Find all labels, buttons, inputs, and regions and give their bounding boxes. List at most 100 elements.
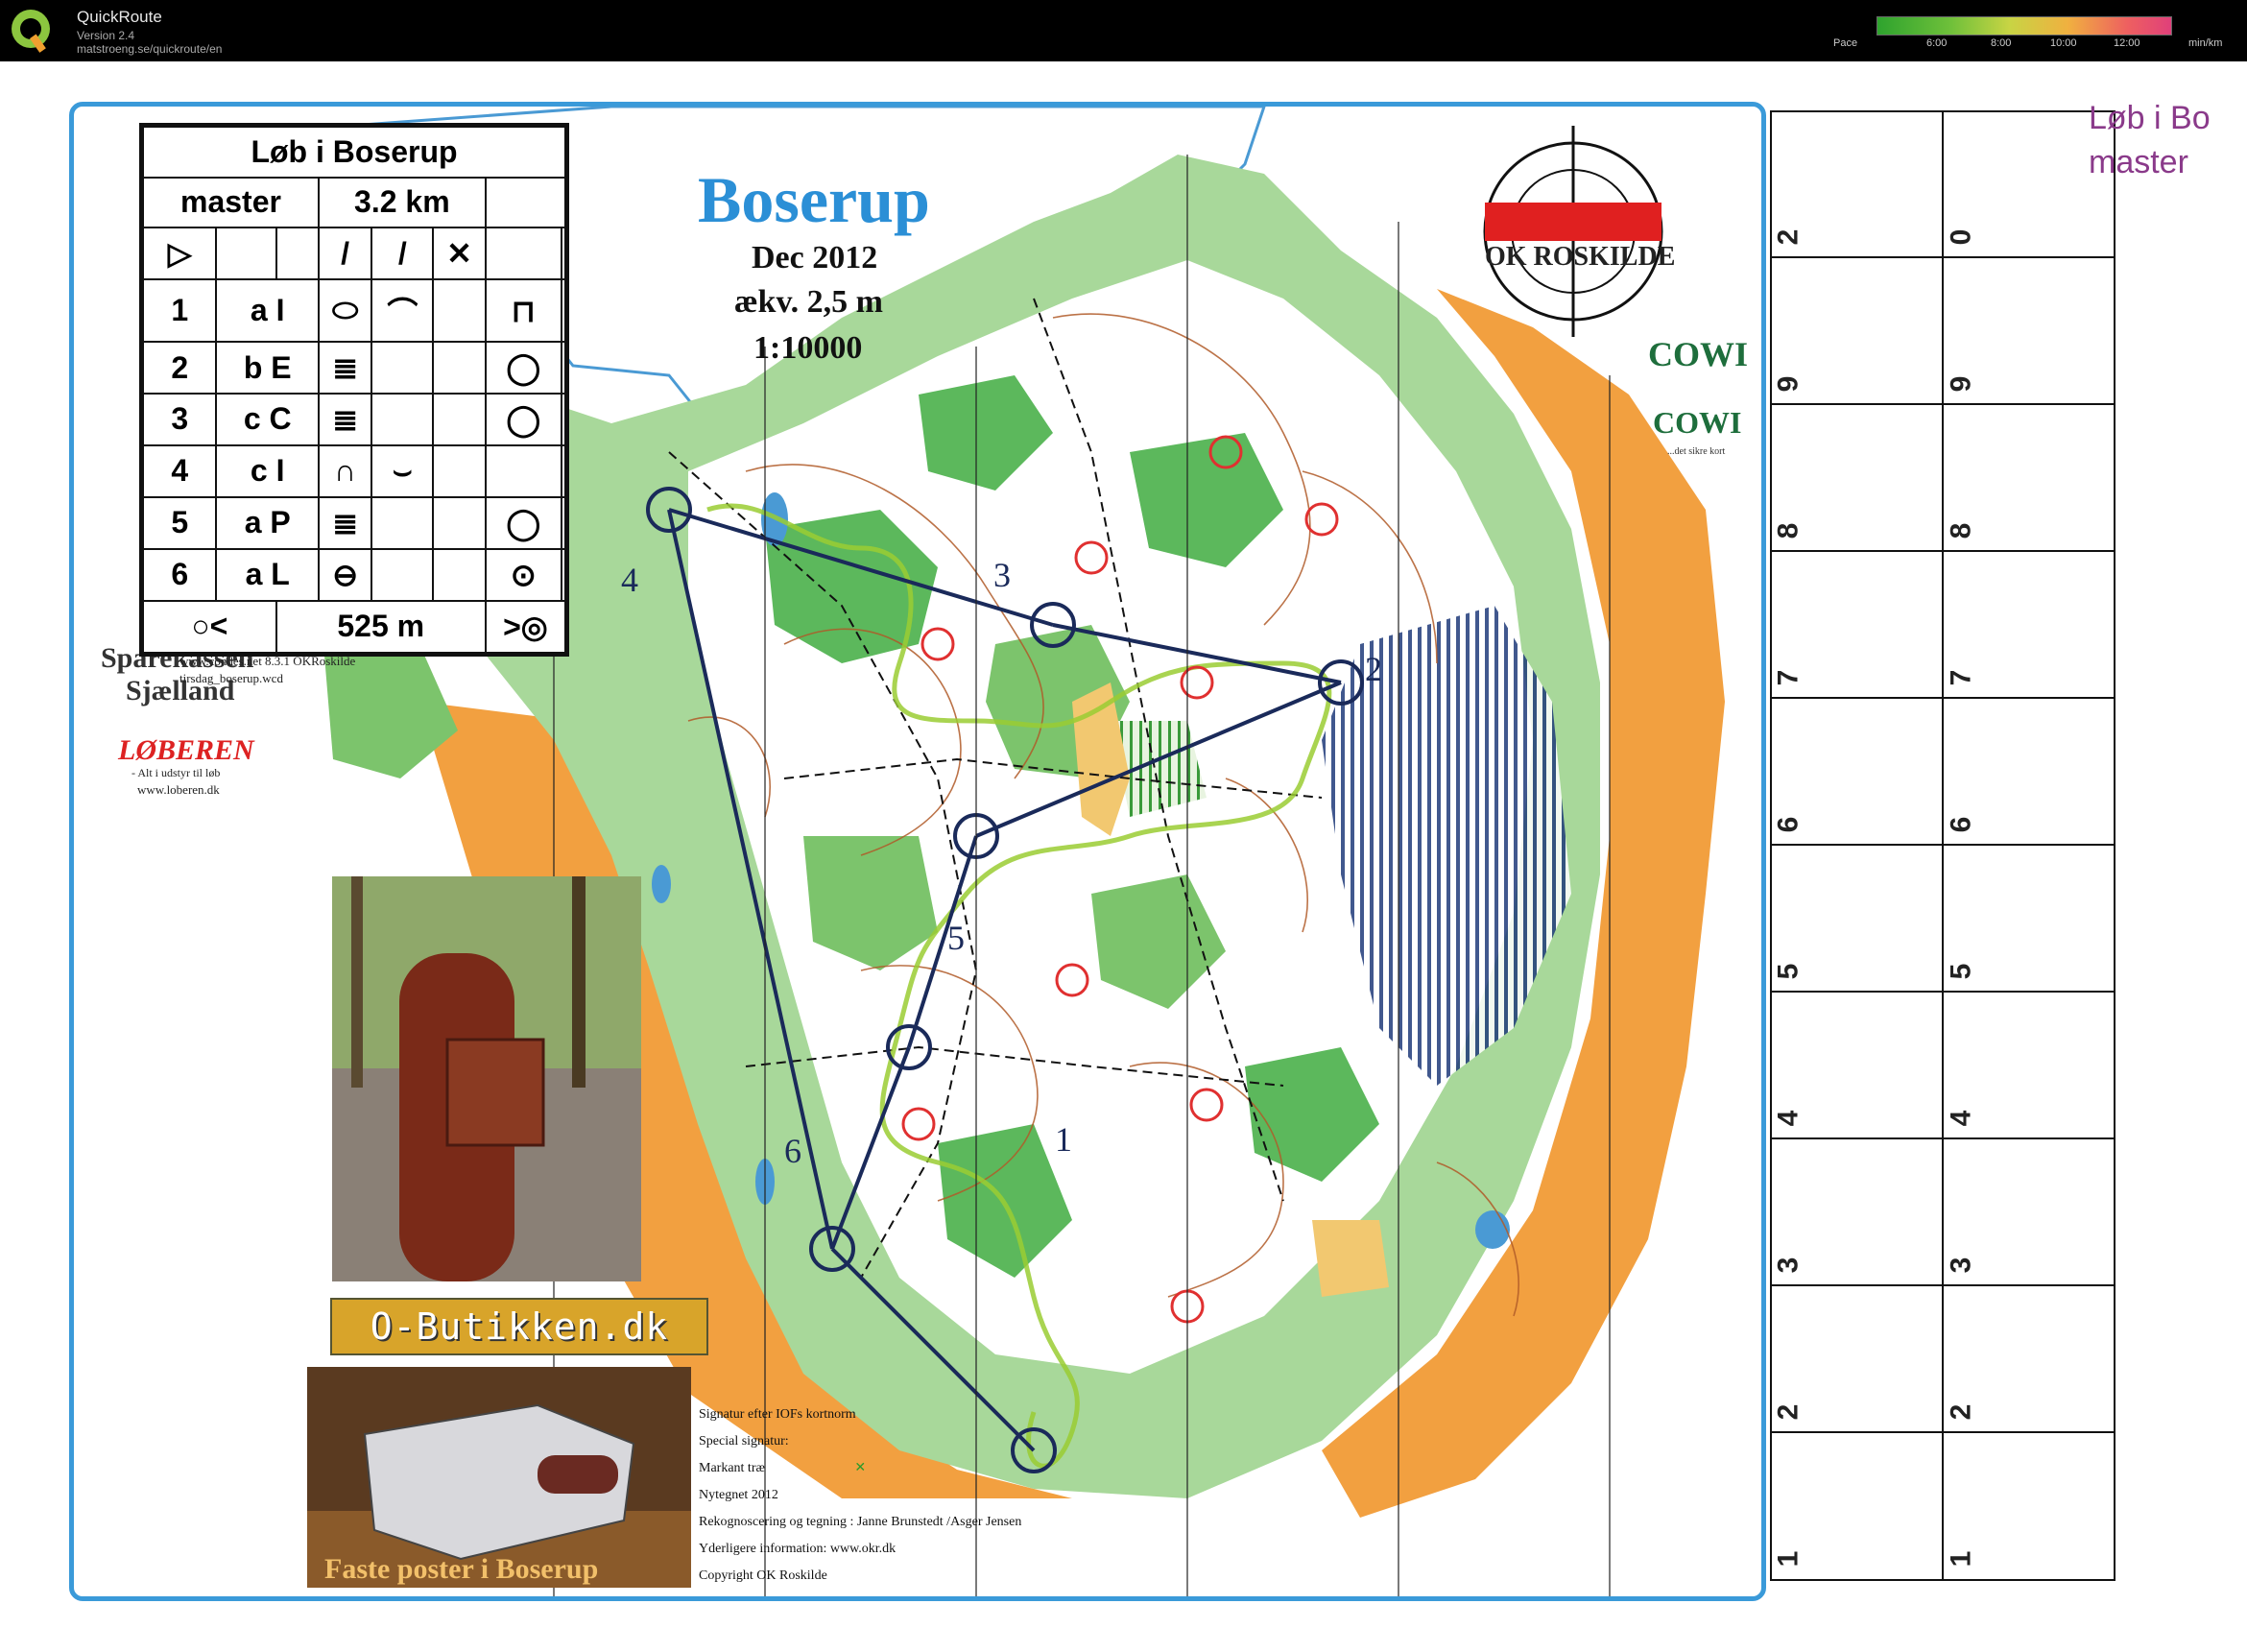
feature-lines-icon: ≣	[317, 495, 373, 550]
location-icon: ⊓	[484, 278, 562, 344]
fixed-post-photo	[332, 876, 641, 1281]
position-icon: ⊙	[484, 547, 562, 602]
grid-number-left: 3	[1772, 1257, 1805, 1274]
loberen-tagline: - Alt i udstyr til løb	[131, 766, 220, 779]
fixed-post-box-photo: Faste poster i Boserup	[307, 1367, 691, 1588]
pond	[652, 865, 671, 903]
quickroute-logo-icon	[12, 10, 50, 53]
loberen-logo: LØBEREN	[117, 734, 255, 766]
desc-control-code: c C	[215, 393, 320, 446]
grid-number-right: 9	[1945, 375, 1977, 393]
desc-control-num: 2	[141, 341, 218, 395]
o-butikken-text: O-Butikken.dk	[370, 1305, 669, 1348]
map-date: Dec 2012	[752, 240, 877, 275]
pond	[1475, 1210, 1510, 1249]
ocad-line2: tirsdag_boserup.wcd	[179, 671, 283, 685]
grid-number-left: 7	[1772, 669, 1805, 686]
desc-control-num: 3	[141, 393, 218, 446]
side-title-line1: Løb i Bo	[2089, 100, 2211, 136]
grid-number-right: 2	[1945, 1403, 1977, 1421]
position-icon: ◯	[484, 341, 562, 395]
open-field	[1312, 1220, 1389, 1297]
app-title: QuickRoute	[77, 8, 162, 26]
feature-curve-icon: ⌣	[371, 443, 435, 498]
control-number: 4	[621, 561, 638, 599]
grid-number-right: 1	[1945, 1550, 1977, 1568]
desc-control-num: 6	[141, 547, 218, 602]
info-line: Copyright OK Roskilde	[699, 1568, 827, 1583]
feature-lines-icon: ≣	[317, 341, 373, 395]
desc-event-title: Løb i Boserup	[142, 126, 566, 179]
grid-number-right: 0	[1945, 228, 1977, 246]
map-info: Signatur efter IOFs kortnorm Special sig…	[699, 1401, 1112, 1590]
control-number: 2	[1365, 650, 1382, 688]
map-title: Boserup	[698, 163, 930, 236]
desc-control-num: 4	[141, 443, 218, 498]
control-number: 1	[1055, 1120, 1072, 1159]
finish-to-icon: >◎	[484, 599, 567, 655]
path-symbol-icon: /	[371, 227, 435, 281]
grid-number-left: 2	[1772, 228, 1805, 246]
desc-control-code: a P	[215, 495, 320, 550]
feature-ellipse-icon: ⬭	[317, 278, 373, 344]
app-version: Version 2.4	[77, 29, 135, 42]
app-url[interactable]: matstroeng.se/quickroute/en	[77, 42, 222, 56]
grid-number-right: 6	[1945, 816, 1977, 833]
club-logo-text: OK ROSKILDE	[1485, 242, 1675, 272]
desc-finish-distance: 525 m	[275, 599, 487, 655]
side-title-line2: master	[2089, 144, 2188, 180]
feature-ellipse-icon: ⊖	[317, 547, 373, 602]
grid-number-right: 4	[1945, 1110, 1977, 1127]
control-number: 6	[784, 1132, 801, 1170]
pace-tick: 6:00	[1926, 37, 1948, 49]
pace-tick: 8:00	[1991, 37, 2012, 49]
side-panel-title: Løb i Bo master	[2089, 96, 2211, 184]
position-icon: ◯	[484, 393, 562, 446]
grid-number-left: 9	[1772, 375, 1805, 393]
finish-from-icon: ○<	[142, 599, 277, 655]
desc-control-code: a I	[215, 278, 320, 344]
sponsor-tagline: ...det sikre kort	[1667, 446, 1725, 457]
feature-lines-icon: ≣	[317, 393, 373, 446]
info-line: Nytegnet 2012	[699, 1488, 778, 1502]
grid-number-left: 5	[1772, 963, 1805, 980]
map-contour: ækv. 2,5 m	[734, 284, 883, 320]
o-butikken-banner: O-Butikken.dk	[330, 1298, 708, 1355]
grid-number-left: 8	[1772, 522, 1805, 539]
desc-control-num: 1	[141, 278, 218, 344]
pace-unit: min/km	[2188, 37, 2223, 49]
desc-distance: 3.2 km	[317, 176, 487, 229]
pace-tick: 10:00	[2050, 37, 2077, 49]
desc-control-num: 5	[141, 495, 218, 550]
control-description-sheet: Løb i Boserup master 3.2 km ▷ / / ✕ 1 a …	[139, 123, 569, 657]
grid-number-right: 8	[1945, 522, 1977, 539]
desc-control-code: a L	[215, 547, 320, 602]
desc-control-code: b E	[215, 341, 320, 395]
grid-number-left: 4	[1772, 1110, 1805, 1127]
path-symbol-icon: /	[317, 227, 373, 281]
start-triangle-icon: ▷	[141, 227, 218, 281]
loberen-url: www.loberen.dk	[137, 782, 220, 797]
crossing-symbol-icon: ✕	[432, 227, 487, 281]
info-line: Rekognoscering og tegning : Janne Brunst…	[699, 1515, 1022, 1529]
map-scale: 1:10000	[753, 330, 862, 366]
faste-poster-text: Faste poster i Boserup	[324, 1553, 598, 1585]
desc-class: master	[142, 176, 320, 229]
club-logo-icon: OK ROSKILDE	[1483, 126, 1675, 337]
info-line: Markant træ ✕	[699, 1461, 867, 1475]
pace-label: Pace	[1833, 37, 1858, 49]
position-icon: ◯	[484, 495, 562, 550]
special-tree-icon: ✕	[854, 1461, 867, 1475]
info-line: Signatur efter IOFs kortnorm	[699, 1407, 856, 1422]
app-header: QuickRoute Version 2.4 matstroeng.se/qui…	[0, 0, 2247, 61]
sponsor-logo: COWI	[1653, 405, 1741, 440]
info-line: Yderligere information: www.okr.dk	[699, 1542, 896, 1556]
desc-control-code: c I	[215, 443, 320, 498]
grid-number-right: 7	[1945, 669, 1977, 686]
pace-tick: 12:00	[2114, 37, 2140, 49]
grid-number-left: 6	[1772, 816, 1805, 833]
feature-knoll-icon: ∩	[317, 443, 373, 498]
control-number: 5	[947, 919, 965, 957]
grid-number-right: 5	[1945, 963, 1977, 980]
grid-number-left: 2	[1772, 1403, 1805, 1421]
